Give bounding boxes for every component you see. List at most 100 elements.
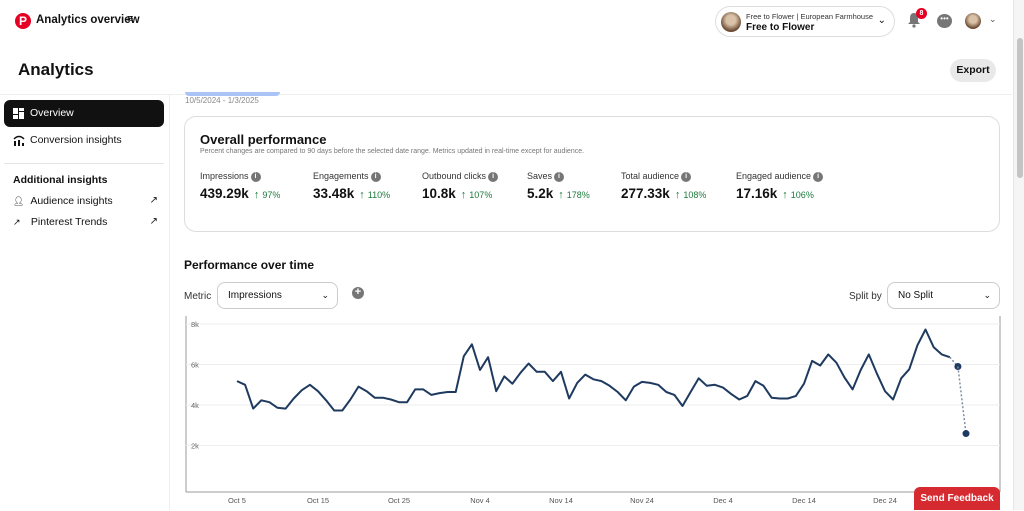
- menu-icon[interactable]: ≡: [127, 13, 133, 25]
- metric-engaged-audience[interactable]: Engaged audience i 17.16k ↑ 106%: [736, 171, 824, 201]
- metric-value: 33.48k: [313, 185, 355, 201]
- metric-label: Engaged audience: [736, 171, 812, 181]
- data-point: [366, 390, 368, 392]
- data-point: [463, 355, 465, 357]
- metric-change: 97%: [262, 189, 281, 200]
- data-point: [641, 381, 643, 383]
- data-point: [633, 386, 635, 388]
- data-point: [398, 401, 400, 403]
- data-point: [771, 397, 773, 399]
- x-tick-label: Oct 15: [307, 496, 329, 505]
- data-point: [852, 388, 854, 390]
- data-point: [584, 374, 586, 376]
- data-point: [317, 390, 319, 392]
- overall-performance-subtitle: Percent changes are compared to 90 days …: [200, 148, 585, 155]
- metric-label: Impressions: [200, 171, 249, 181]
- data-point: [730, 393, 732, 395]
- data-point: [722, 387, 724, 389]
- external-link-icon: ↗: [149, 195, 158, 206]
- data-point: [252, 408, 254, 410]
- sidebar-item-conversion-insights[interactable]: Conversion insights: [4, 127, 164, 154]
- data-point: [503, 375, 505, 377]
- data-point: [868, 353, 870, 355]
- page-scrollbar[interactable]: [1013, 0, 1024, 510]
- metric-value: 277.33k: [621, 185, 670, 201]
- split-by-select[interactable]: No Split ⌄: [887, 282, 1000, 309]
- preliminary-data-point: [954, 363, 962, 371]
- info-icon[interactable]: i: [370, 171, 381, 182]
- metric-impressions[interactable]: Impressions i 439.29k ↑ 97%: [200, 171, 280, 201]
- data-point: [916, 344, 918, 346]
- sidebar-item-overview[interactable]: Overview: [4, 100, 164, 127]
- data-point: [617, 391, 619, 393]
- data-point: [860, 369, 862, 371]
- user-avatar[interactable]: [965, 13, 981, 29]
- y-tick-label: 6k: [191, 361, 199, 370]
- x-tick-label: Oct 5: [228, 496, 246, 505]
- x-tick-label: Nov 24: [630, 496, 654, 505]
- metric-total-audience[interactable]: Total audience i 277.33k ↑ 108%: [621, 171, 706, 201]
- preliminary-data-point: [962, 430, 970, 438]
- info-icon[interactable]: i: [250, 171, 261, 182]
- data-point: [908, 368, 910, 370]
- sidebar-link-audience-insights[interactable]: 👤︎ Audience insights ↗: [13, 195, 158, 207]
- sidebar-divider: [4, 163, 164, 164]
- data-point: [520, 372, 522, 374]
- chevron-down-icon: ⌄: [877, 15, 886, 26]
- metric-value: 5.2k: [527, 185, 554, 201]
- info-icon[interactable]: i: [488, 171, 499, 182]
- account-switcher[interactable]: Free to Flower | European Farmhouse Free…: [715, 6, 895, 37]
- data-point: [414, 388, 416, 390]
- data-point: [536, 371, 538, 373]
- info-icon[interactable]: i: [813, 171, 824, 182]
- data-point: [511, 383, 513, 385]
- y-tick-label: 8k: [191, 320, 199, 329]
- data-point: [390, 399, 392, 401]
- performance-over-time-title: Performance over time: [184, 258, 315, 272]
- data-point: [779, 398, 781, 400]
- metric-outbound-clicks[interactable]: Outbound clicks i 10.8k ↑ 107%: [422, 171, 499, 201]
- data-point: [884, 390, 886, 392]
- metric-saves[interactable]: Saves i 5.2k ↑ 178%: [527, 171, 590, 201]
- conversion-icon: [13, 127, 25, 157]
- data-point: [301, 389, 303, 391]
- data-point: [309, 384, 311, 386]
- pinterest-logo-icon[interactable]: P: [15, 13, 31, 29]
- data-point: [244, 384, 246, 386]
- data-point: [811, 360, 813, 362]
- metric-engagements[interactable]: Engagements i 33.48k ↑ 110%: [313, 171, 390, 201]
- send-feedback-button[interactable]: Send Feedback: [914, 487, 1000, 510]
- data-point: [406, 401, 408, 403]
- data-point: [892, 399, 894, 401]
- data-point: [763, 385, 765, 387]
- data-point: [341, 409, 343, 411]
- chevron-down-icon[interactable]: ⌄: [989, 14, 997, 25]
- app-title[interactable]: Analytics overview: [36, 14, 140, 26]
- data-point: [285, 408, 287, 410]
- overall-performance-card: Overall performance Percent changes are …: [184, 116, 1000, 232]
- data-point: [576, 382, 578, 384]
- metric-label: Engagements: [313, 171, 369, 181]
- dashboard-icon: [13, 100, 24, 130]
- data-point: [609, 385, 611, 387]
- messages-icon[interactable]: •••: [937, 14, 952, 28]
- sidebar-link-pinterest-trends[interactable]: ↗ Pinterest Trends ↗: [13, 216, 158, 228]
- data-point: [746, 395, 748, 397]
- metric-value: 439.29k: [200, 185, 249, 201]
- person-icon: 👤︎: [13, 196, 25, 206]
- metric-select[interactable]: Impressions ⌄: [217, 282, 338, 309]
- data-point: [682, 405, 684, 407]
- export-button[interactable]: Export: [950, 59, 996, 82]
- info-icon[interactable]: i: [554, 171, 565, 182]
- scrollbar-thumb[interactable]: [1017, 38, 1023, 178]
- data-point: [560, 371, 562, 373]
- data-point: [349, 399, 351, 401]
- add-metric-icon[interactable]: +: [352, 287, 364, 299]
- data-point: [260, 399, 262, 401]
- data-point: [754, 380, 756, 382]
- info-icon[interactable]: i: [681, 171, 692, 182]
- sidebar: Overview Conversion insights Additional …: [0, 95, 170, 510]
- data-point: [358, 386, 360, 388]
- metric-change: 178%: [566, 189, 590, 200]
- data-point: [439, 392, 441, 394]
